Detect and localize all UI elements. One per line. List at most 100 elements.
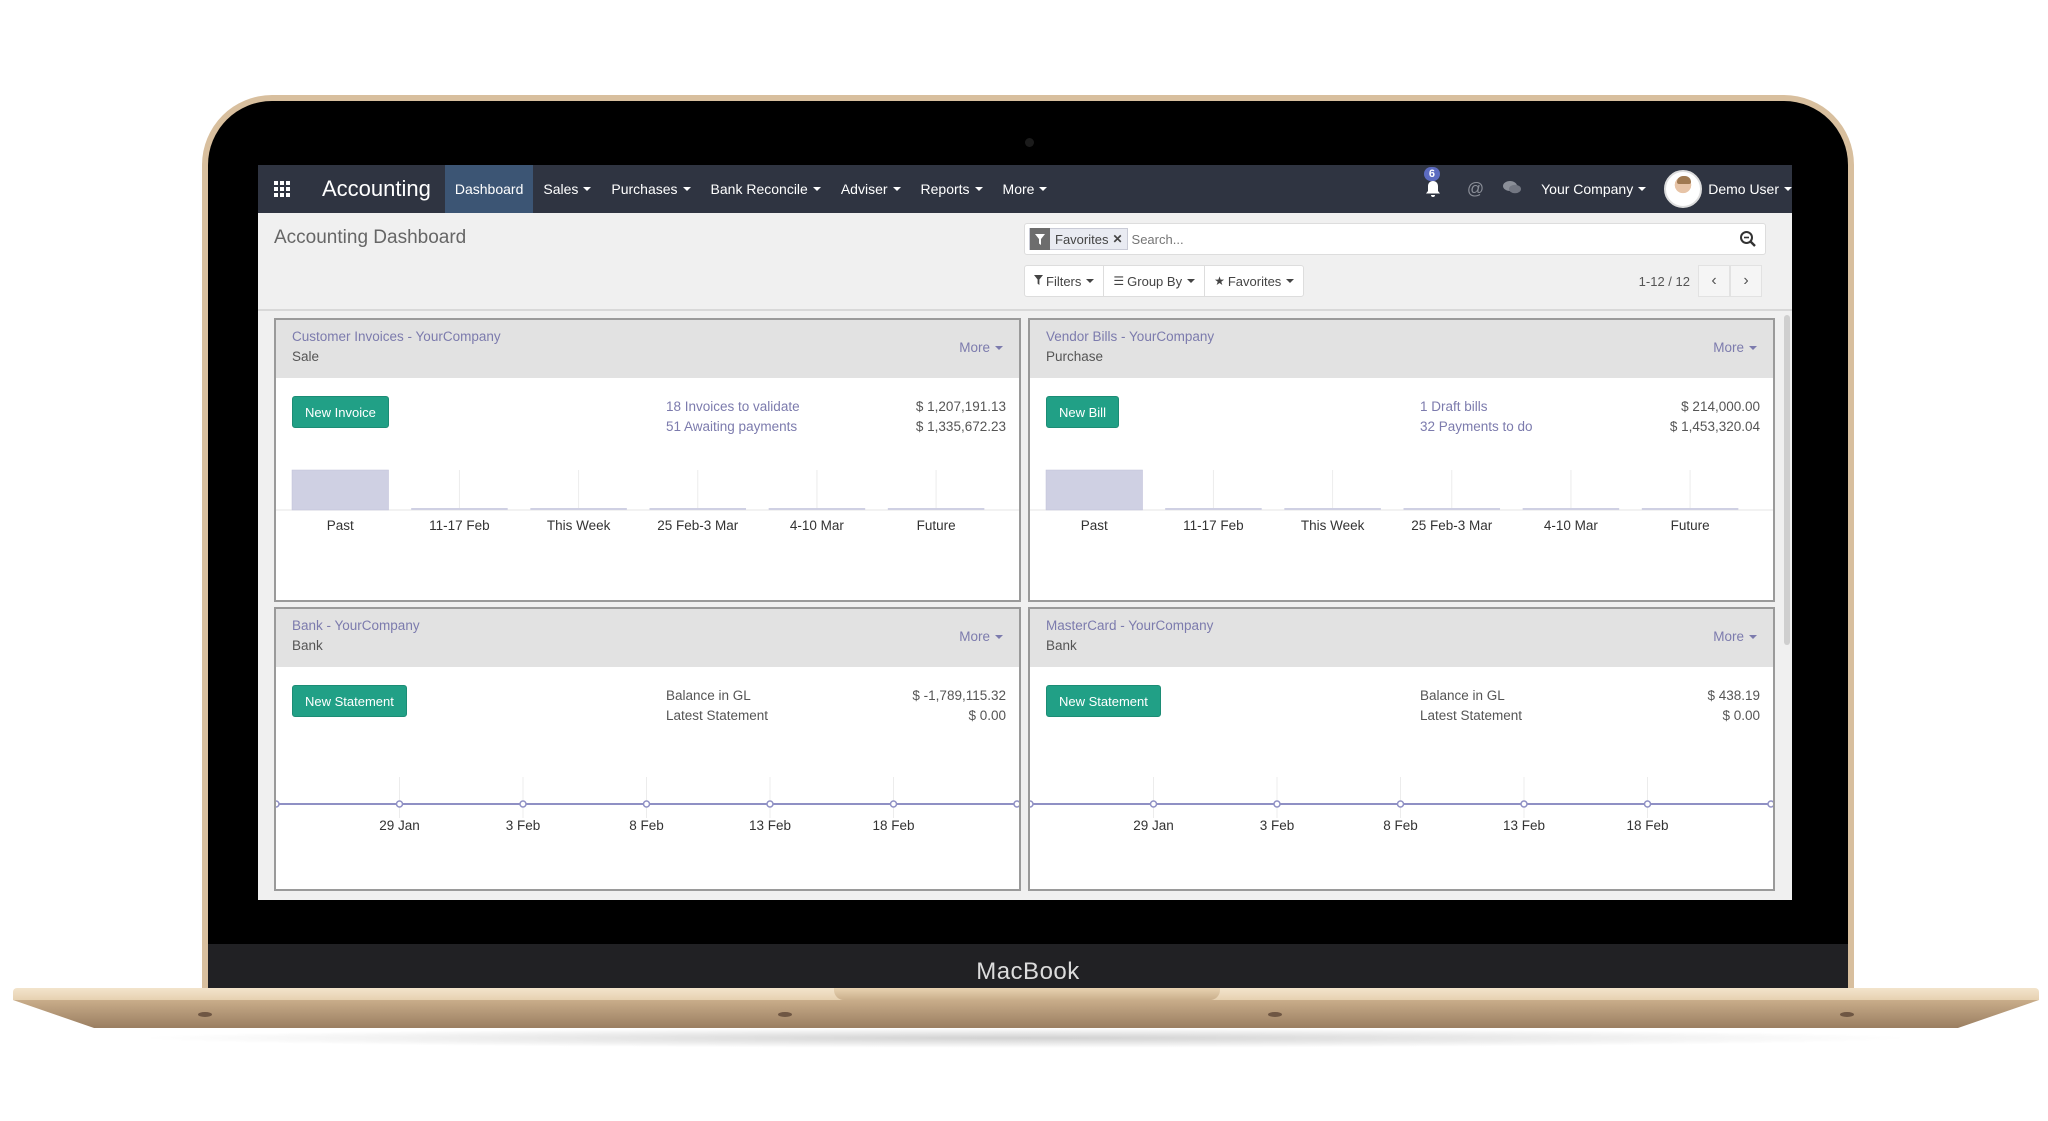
bar [530,508,627,510]
stat-link[interactable]: 51 Awaiting payments [666,419,797,434]
vertical-scrollbar[interactable] [1784,315,1790,645]
new-statement-button[interactable]: New Statement [1046,685,1161,717]
stat-value: $ 1,453,320.04 [1669,418,1760,434]
card-more-dropdown[interactable]: More [1713,629,1757,644]
at-sign-icon[interactable]: @ [1467,179,1484,199]
card-header: Bank - YourCompany Bank More [276,609,1019,667]
notifications-button[interactable]: 6 [1418,165,1448,213]
card-bar-graph[interactable]: Past 11-17 Feb This Week 25 Feb-3 Mar 4-10 M… [1030,468,1773,598]
more-label: More [1713,340,1744,355]
menu-bank-reconcile[interactable]: Bank Reconcile [701,165,831,213]
stat-link[interactable]: 18 Invoices to validate [666,399,800,414]
laptop-foot [1268,1012,1282,1017]
stat-row: 51 Awaiting payments $ 1,335,672.23 [666,416,1006,436]
list-icon: ☰ [1113,274,1125,288]
menu-reports[interactable]: Reports [911,165,993,213]
pager-value[interactable]: 1-12 / 12 [1639,274,1690,289]
card-bar-graph[interactable]: Past 11-17 Feb This Week 25 Feb-3 Mar 4-10 M… [276,468,1019,598]
caret-down-icon [1638,187,1647,191]
data-point [766,800,774,808]
card-subtitle: Purchase [1046,349,1104,364]
card-title[interactable]: Customer Invoices - YourCompany [292,329,1003,344]
card-body: New Statement Balance in GL $ -1,789,115.… [276,667,1019,889]
menu-dashboard[interactable]: Dashboard [444,165,534,213]
data-point [642,800,651,808]
bar [1284,508,1381,510]
bar [1641,508,1739,510]
search-icon[interactable] [1739,230,1757,253]
more-label: More [959,340,990,355]
pager: 1-12 / 12 ‹ › [1639,265,1762,297]
stat-value: $ 1,207,191.13 [915,398,1006,414]
search-input[interactable] [1131,231,1732,247]
laptop-mockup: MacBook Accounting Dashboard Sales Purch… [0,0,2048,1121]
pager-previous-icon[interactable]: ‹ [1698,265,1730,297]
card-body: New Statement Balance in GL $ 438.19 Late… [1030,667,1773,889]
facet-label: Favorites [1055,231,1109,247]
stat-link[interactable]: 32 Payments to do [1420,419,1533,434]
chat-bubbles-icon[interactable] [1502,179,1522,200]
user-menu[interactable]: Demo User [1708,181,1792,197]
filter-icon [1034,274,1043,288]
stat-row: Balance in GL $ 438.19 [1420,685,1760,705]
new-statement-button[interactable]: New Statement [292,685,407,717]
bar [411,508,508,510]
app-title: Accounting [322,176,431,201]
data-point [1520,800,1528,808]
menu-label: Dashboard [454,181,524,197]
card-title[interactable]: Bank - YourCompany [292,618,1003,633]
card-title[interactable]: MasterCard - YourCompany [1046,618,1757,633]
menu-adviser[interactable]: Adviser [831,165,911,213]
menu-purchases[interactable]: Purchases [601,165,700,213]
stat-link[interactable]: 1 Draft bills [1420,399,1488,414]
data-point [395,800,404,808]
new-bill-button[interactable]: New Bill [1046,396,1119,428]
stat-row: Balance in GL $ -1,789,115.32 [666,685,1006,705]
laptop-foot [198,1012,212,1017]
remove-facet-icon[interactable]: ✕ [1112,232,1126,246]
card-line-graph[interactable]: 29 Jan 3 Feb 8 Feb 13 Feb 18 Feb [276,757,1019,887]
search-facet[interactable]: Favorites ✕ [1029,228,1128,250]
card-line-graph[interactable]: 29 Jan 3 Feb 8 Feb 13 Feb 18 Feb [1030,757,1773,887]
apps-grid-icon[interactable] [258,165,306,213]
hinge-notch [834,988,1220,1000]
card-stats: Balance in GL $ -1,789,115.32 Latest Stat… [666,685,1006,725]
x-tick-label: 29 Jan [1133,818,1174,833]
card-body: New Invoice 18 Invoices to validate $ 1,2… [276,378,1019,600]
group-by-button[interactable]: ☰ Group By [1104,266,1206,296]
stat-value: $ 0.00 [1722,707,1760,723]
filters-button[interactable]: Filters [1025,266,1105,296]
card-title[interactable]: Vendor Bills - YourCompany [1046,329,1757,344]
x-tick-label: 8 Feb [629,818,664,833]
card-more-dropdown[interactable]: More [1713,340,1757,355]
navbar-systray: 6 @ Your Company Demo User [1418,165,1792,213]
control-panel: Accounting Dashboard Favorites ✕ Search.… [258,213,1792,311]
x-tick-label: 11-17 Feb [429,518,490,533]
card-more-dropdown[interactable]: More [959,340,1003,355]
card-header: Customer Invoices - YourCompany Sale Mor… [276,320,1019,378]
x-tick-label: 25 Feb-3 Mar [1411,518,1493,533]
x-tick-label: 3 Feb [506,818,541,833]
caret-down-icon [995,345,1003,350]
caret-down-icon [1749,634,1757,639]
new-invoice-button[interactable]: New Invoice [292,396,389,428]
menu-label: Sales [543,181,579,197]
line-chart: 29 Jan 3 Feb 8 Feb 13 Feb 18 Feb [276,777,1019,833]
group-by-label: Group By [1127,273,1183,289]
stat-label: Balance in GL [666,687,751,703]
card-stats: 1 Draft bills $ 214,000.00 32 Payments to… [1420,396,1760,436]
bar [291,469,389,511]
company-switcher[interactable]: Your Company [1541,181,1647,197]
bar [1522,508,1620,510]
card-more-dropdown[interactable]: More [959,629,1003,644]
favorites-button[interactable]: ★ Favorites [1205,266,1303,296]
menu-sales[interactable]: Sales [533,165,601,213]
menu-more[interactable]: More [993,165,1058,213]
user-avatar[interactable] [1664,170,1703,208]
bar [887,508,985,510]
stat-row: 18 Invoices to validate $ 1,207,191.13 [666,396,1006,416]
stat-row: 1 Draft bills $ 214,000.00 [1420,396,1760,416]
data-point [889,800,898,808]
x-tick-label: 11-17 Feb [1183,518,1244,533]
pager-next-icon[interactable]: › [1730,265,1762,297]
